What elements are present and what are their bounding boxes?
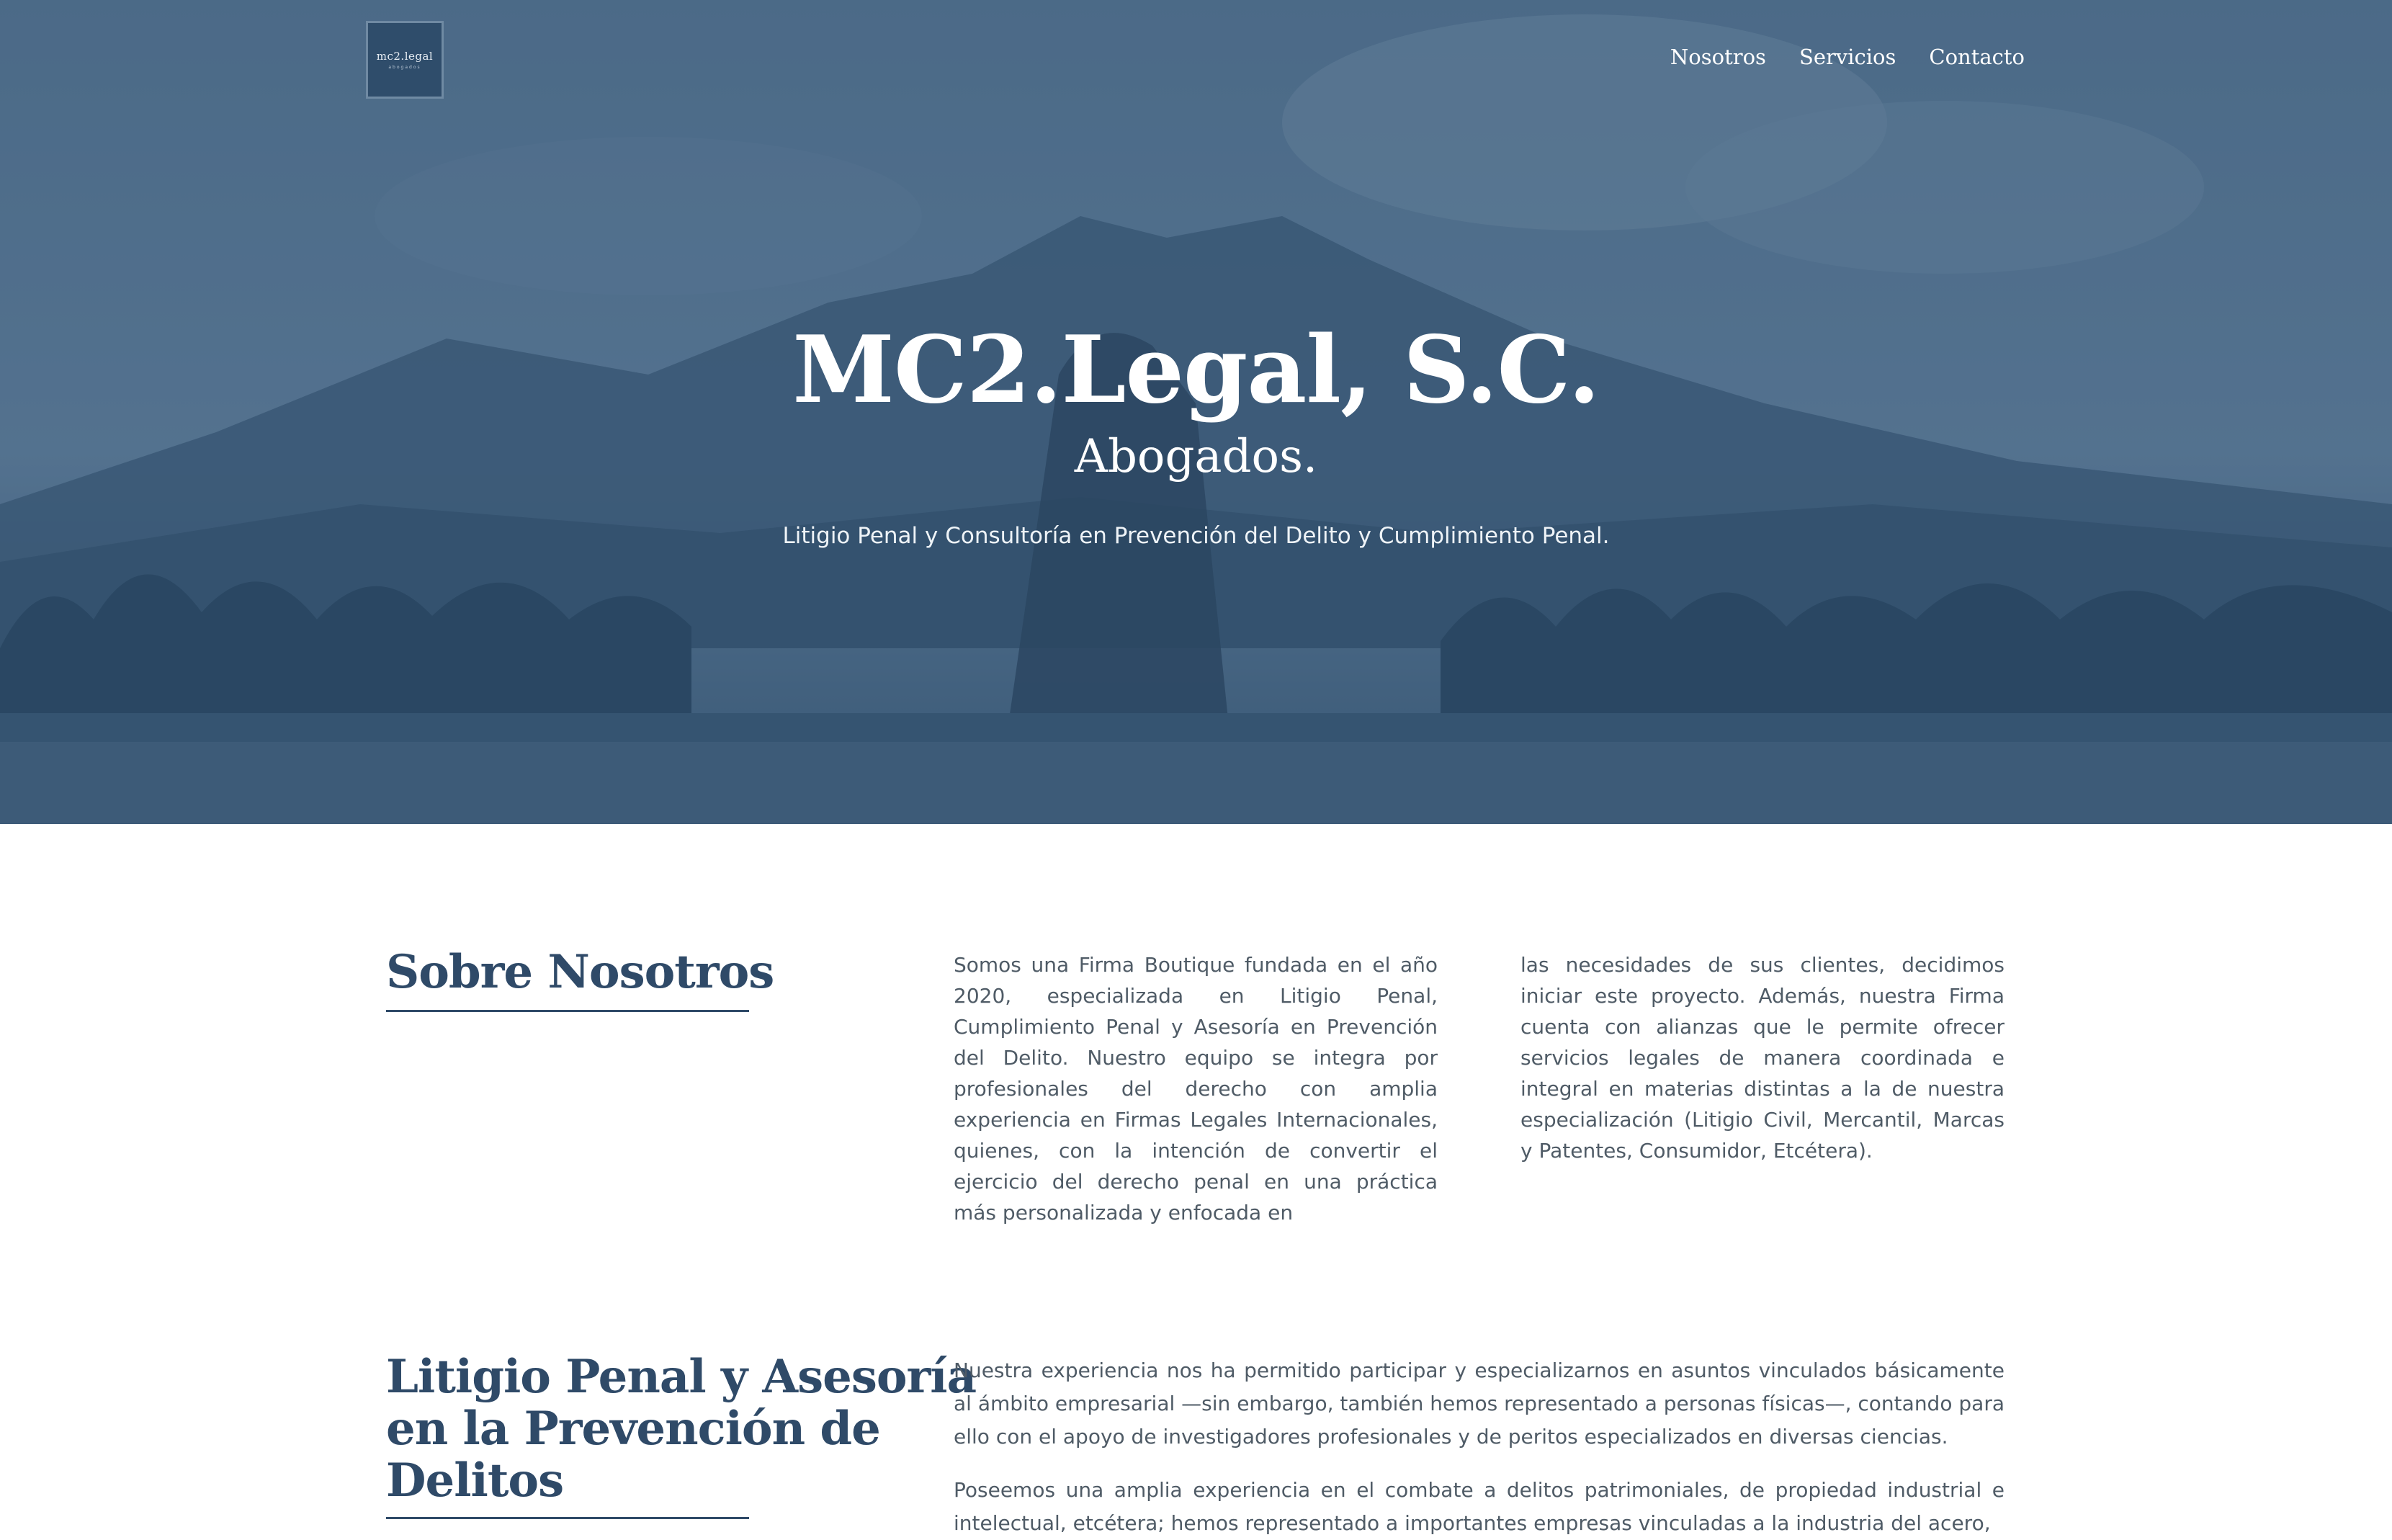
litigio-title-line-3: Delitos <box>386 1454 564 1508</box>
hero-section: mc2.legal abogados Nosotros Servicios Co… <box>0 0 2392 824</box>
hero-subtitle: Abogados. <box>1074 430 1318 483</box>
logo-text: mc2.legal <box>376 50 434 63</box>
logo[interactable]: mc2.legal abogados <box>366 21 444 99</box>
litigio-paragraph-2: Poseemos una amplia experiencia en el co… <box>954 1478 2004 1535</box>
litigio-text: Nuestra experiencia nos ha permitido par… <box>954 1354 2004 1540</box>
litigio-title: Litigio Penal y Asesoría en la Prevenció… <box>386 1350 977 1508</box>
about-text-column-2: las necesidades de sus clientes, decidim… <box>1520 953 2004 1163</box>
litigio-paragraph-1: Nuestra experiencia nos ha permitido par… <box>954 1358 2004 1449</box>
hero-title: MC2.Legal, S.C. <box>792 316 1600 424</box>
main-nav: Nosotros Servicios Contacto <box>1670 45 2025 69</box>
about-title: Sobre Nosotros <box>386 945 774 999</box>
nav-link-contacto[interactable]: Contacto <box>1929 45 2025 69</box>
litigio-title-line-2: en la Prevención de <box>386 1402 881 1456</box>
hero-tagline: Litigio Penal y Consultoría en Prevenció… <box>782 523 1610 549</box>
litigio-title-underline <box>386 1517 749 1519</box>
about-title-underline <box>386 1010 749 1012</box>
nav-link-servicios[interactable]: Servicios <box>1799 45 1896 69</box>
nav-link-nosotros[interactable]: Nosotros <box>1670 45 1766 69</box>
logo-subtext: abogados <box>388 65 421 70</box>
litigio-title-line-1: Litigio Penal y Asesoría <box>386 1350 977 1404</box>
about-text-column-1: Somos una Firma Boutique fundada en el a… <box>954 953 1438 1225</box>
